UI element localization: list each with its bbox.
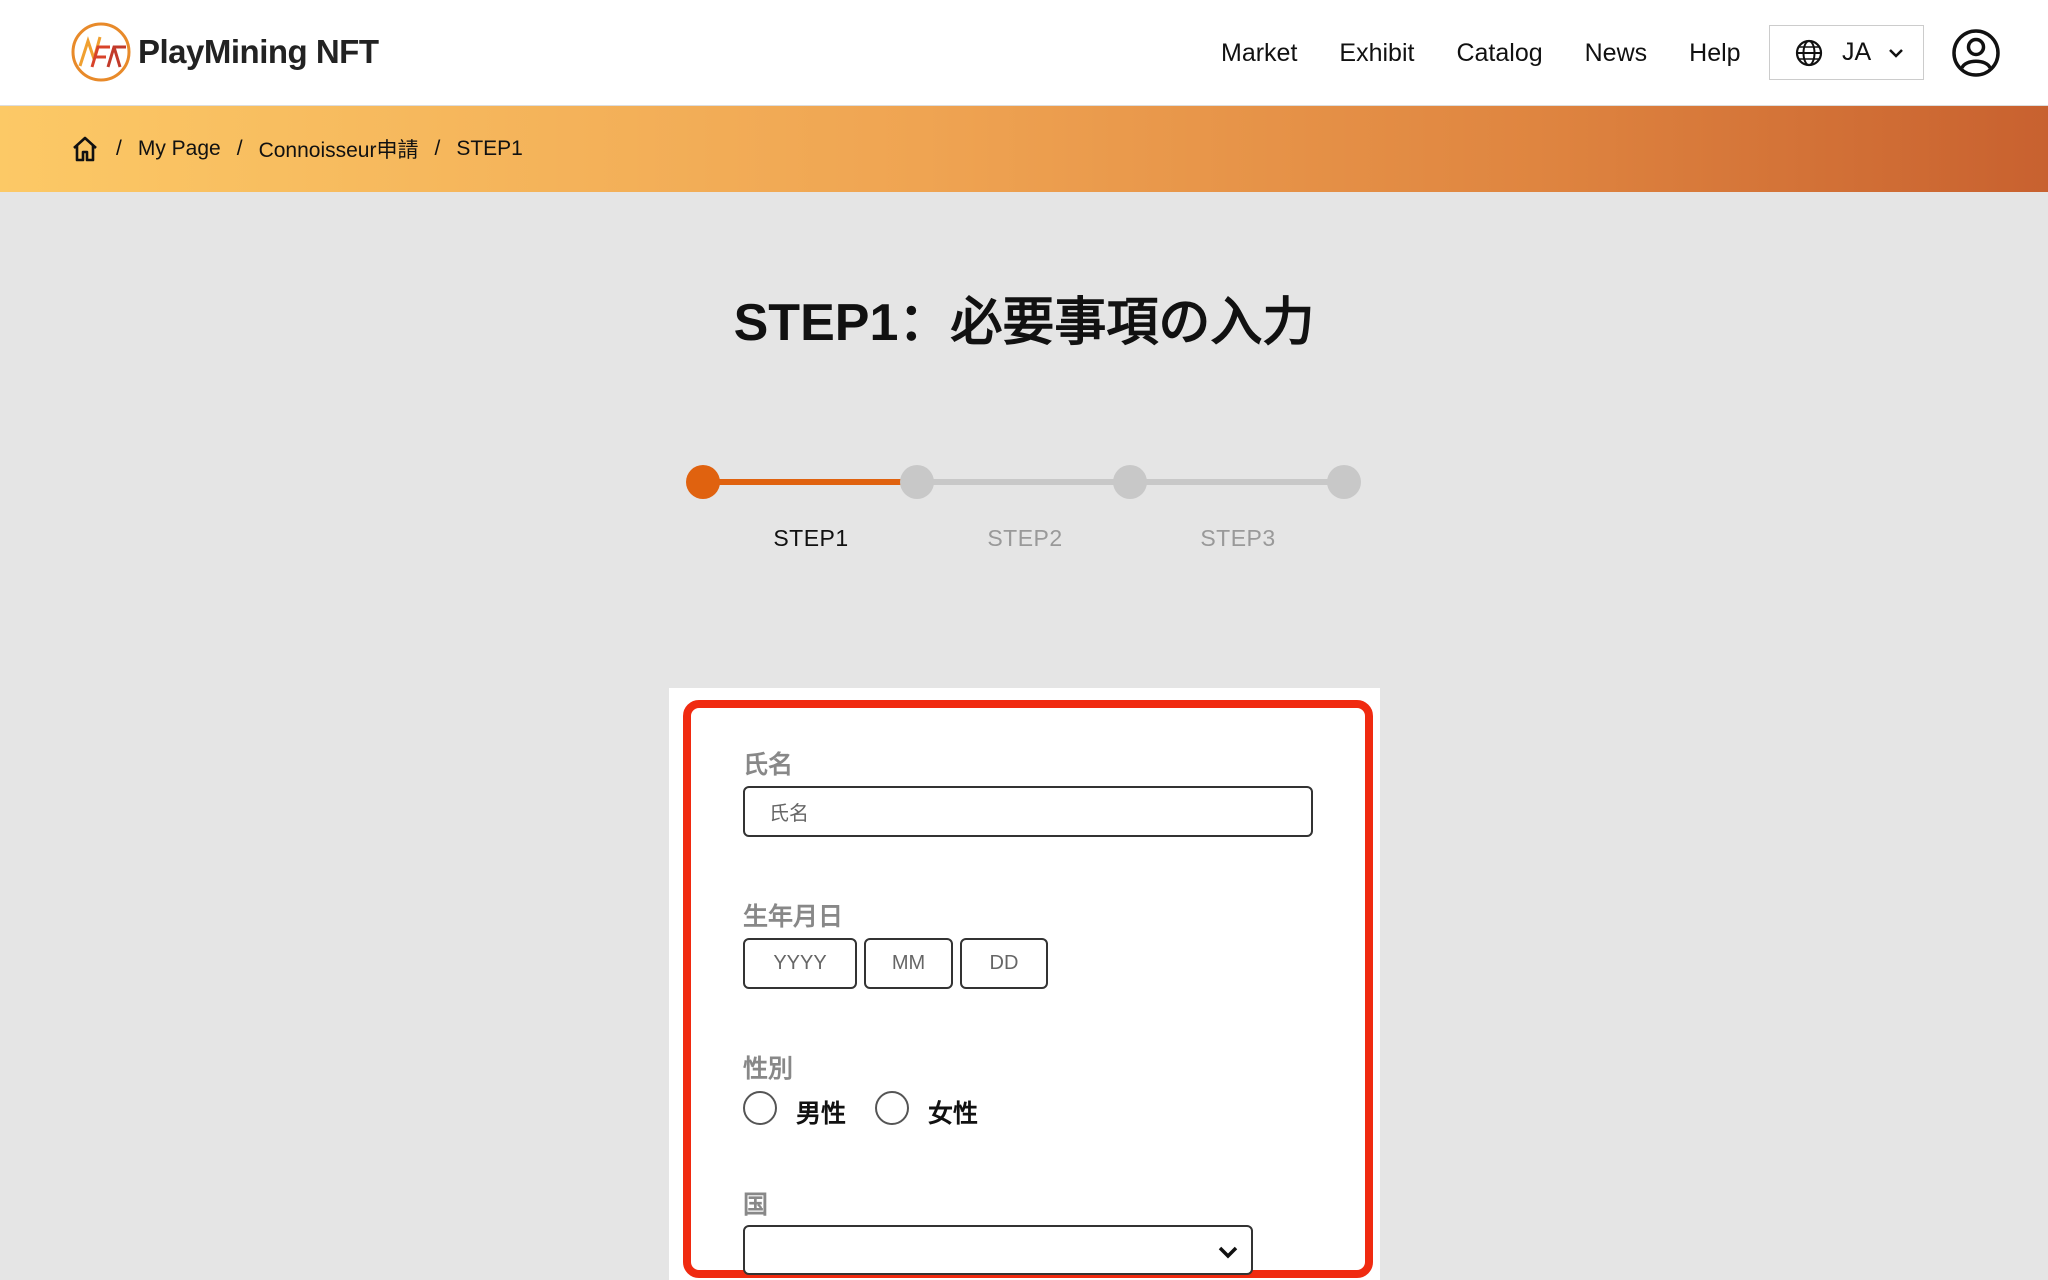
globe-icon <box>1795 39 1823 66</box>
breadcrumb-current: STEP1 <box>456 137 523 160</box>
nav-news[interactable]: News <box>1585 36 1648 70</box>
country-select[interactable] <box>743 1225 1253 1275</box>
stepper-line-done <box>706 479 920 485</box>
breadcrumb-bar: / My Page / Connoisseur申請 / STEP1 <box>0 106 2048 192</box>
nav-market[interactable]: Market <box>1221 36 1297 70</box>
user-account-icon[interactable] <box>1951 28 2001 78</box>
nav-help[interactable]: Help <box>1689 36 1740 70</box>
gender-female-label[interactable]: 女性 <box>928 1094 978 1130</box>
step-dot-2 <box>900 465 934 499</box>
step-label-2: STEP2 <box>987 525 1063 551</box>
language-label: JA <box>1842 38 1872 66</box>
page-title: STEP1：必要事項の入力 <box>733 294 1315 352</box>
country-label: 国 <box>743 1191 769 1219</box>
gender-male-radio[interactable] <box>743 1091 777 1125</box>
chevron-down-icon <box>1889 48 1904 58</box>
nft-logo-icon <box>71 22 131 82</box>
language-selector[interactable]: JA <box>1769 25 1924 80</box>
breadcrumb-separator: / <box>236 137 243 160</box>
nav-exhibit[interactable]: Exhibit <box>1339 36 1414 70</box>
progress-stepper <box>686 462 1362 502</box>
gender-label: 性別 <box>743 1055 794 1083</box>
step-label-3: STEP3 <box>1200 525 1276 551</box>
birth-month-input[interactable]: MM <box>864 938 953 989</box>
breadcrumb-connoisseur[interactable]: Connoisseur申請 <box>259 134 419 164</box>
name-input[interactable]: 氏名 <box>743 786 1313 837</box>
birth-day-input[interactable]: DD <box>960 938 1048 989</box>
breadcrumb-separator: / <box>116 137 122 160</box>
chevron-down-icon <box>1218 1246 1238 1259</box>
gender-female-radio[interactable] <box>875 1091 909 1125</box>
home-icon[interactable] <box>70 134 100 164</box>
breadcrumb-my-page[interactable]: My Page <box>138 137 221 161</box>
step-label-1: STEP1 <box>773 525 849 551</box>
birth-year-input[interactable]: YYYY <box>743 938 857 989</box>
nav-catalog[interactable]: Catalog <box>1456 36 1542 70</box>
step-dot-4 <box>1327 465 1361 499</box>
gender-male-label[interactable]: 男性 <box>796 1094 846 1130</box>
breadcrumb-separator: / <box>434 137 441 160</box>
main-nav: Market Exhibit Catalog News Help <box>1221 36 1783 70</box>
brand-name: PlayMining NFT <box>138 33 379 70</box>
brand-logo[interactable]: PlayMining NFT <box>70 21 379 83</box>
birthdate-label: 生年月日 <box>743 903 844 931</box>
name-label: 氏名 <box>743 751 794 779</box>
step-dot-3 <box>1113 465 1147 499</box>
breadcrumb: / My Page / Connoisseur申請 / STEP1 <box>70 134 523 164</box>
step-dot-1 <box>686 465 720 499</box>
site-header: PlayMining NFT Market Exhibit Catalog Ne… <box>0 0 2048 106</box>
